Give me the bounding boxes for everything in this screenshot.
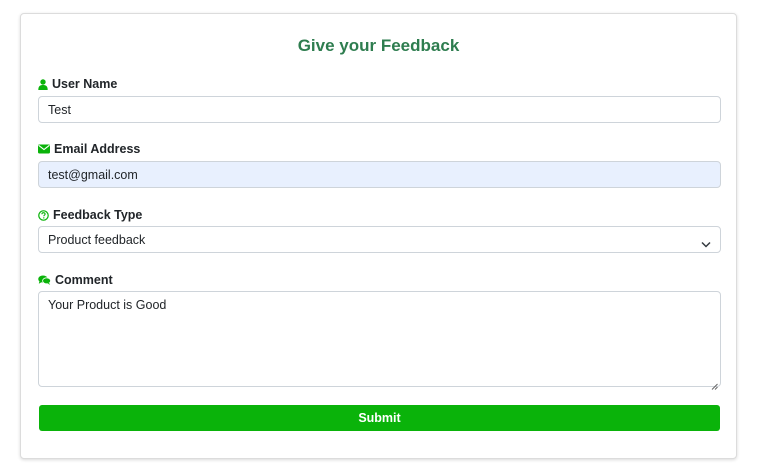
- comments-icon: [38, 275, 51, 285]
- feedback-card: Give your Feedback User Name Email Addre…: [20, 13, 737, 459]
- email-label: Email Address: [38, 142, 140, 156]
- comment-label: Comment: [38, 273, 113, 287]
- submit-button[interactable]: Submit: [39, 405, 720, 431]
- feedback-type-selected: Product feedback: [48, 233, 146, 247]
- user-icon: [38, 78, 48, 90]
- feedback-type-label-text: Feedback Type: [53, 208, 143, 222]
- envelope-icon: [38, 144, 50, 154]
- question-circle-icon: [38, 209, 49, 221]
- chevron-down-icon: [701, 235, 711, 253]
- feedback-type-label: Feedback Type: [38, 208, 142, 222]
- user-name-input[interactable]: [38, 96, 721, 123]
- feedback-type-select[interactable]: Product feedback: [38, 226, 721, 253]
- comment-label-text: Comment: [55, 273, 113, 287]
- form-title: Give your Feedback: [297, 36, 460, 55]
- comment-textarea[interactable]: Your Product is Good: [38, 291, 721, 387]
- email-label-text: Email Address: [54, 142, 141, 156]
- user-name-label-text: User Name: [52, 77, 118, 91]
- email-input[interactable]: [38, 161, 721, 188]
- user-name-label: User Name: [38, 77, 117, 91]
